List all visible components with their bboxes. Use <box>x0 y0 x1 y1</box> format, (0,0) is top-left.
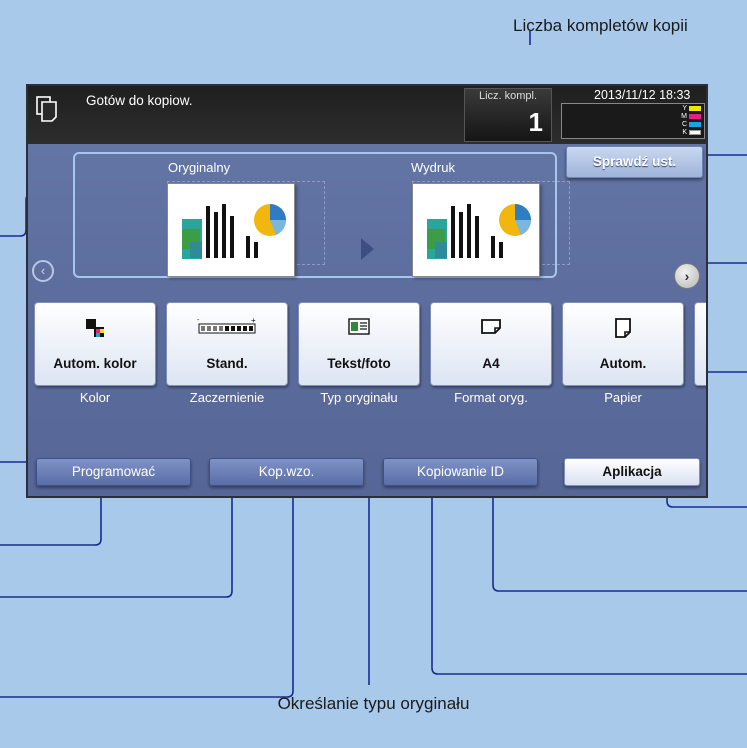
tile-label: A4 <box>482 356 500 371</box>
tile-label: Stand. <box>206 356 248 371</box>
toner-level-indicator: Y M C K <box>561 103 705 139</box>
tile-color[interactable]: Autom. kolor <box>34 302 156 386</box>
sets-label: Licz. kompl. <box>478 90 538 102</box>
copy-sets-counter[interactable]: Licz. kompl. 1 <box>464 88 552 142</box>
callout-original-type: Określanie typu oryginału <box>277 694 470 713</box>
check-settings-button[interactable]: Sprawdź ust. <box>566 146 703 178</box>
status-bar: Gotów do kopiow. Licz. kompl. 1 2013/11/… <box>28 86 706 144</box>
tile-caption-density: Zaczernienie <box>189 390 265 405</box>
scroll-left-button[interactable]: ‹ <box>32 260 54 282</box>
scroll-right-button[interactable]: › <box>674 263 700 289</box>
toner-k: K <box>682 129 701 136</box>
svg-text:-: - <box>197 317 200 324</box>
id-copy-button[interactable]: Kopiowanie ID <box>383 458 538 486</box>
document-preview-icon <box>427 204 532 259</box>
date-time: 2013/11/12 18:33 <box>594 88 691 102</box>
original-label: Oryginalny <box>168 160 231 175</box>
callout-sets-count: Liczba kompletów kopii <box>513 16 688 35</box>
tile-original-type[interactable]: Tekst/foto <box>298 302 420 386</box>
tile-label: Tekst/foto <box>327 356 391 371</box>
output-label: Wydruk <box>411 160 455 175</box>
output-page-thumbnail <box>412 183 540 277</box>
text-photo-icon <box>348 318 370 335</box>
tile-density[interactable]: - + Stand. <box>166 302 288 386</box>
tile-label: Autom. kolor <box>53 356 137 371</box>
toner-y: Y <box>682 105 701 112</box>
proof-copy-button[interactable]: Kop.wzo. <box>209 458 364 486</box>
arrow-right-icon <box>361 238 374 260</box>
copy-mode-icon <box>36 96 57 122</box>
tile-caption-original-type: Typ oryginału <box>320 390 398 405</box>
tile-paper[interactable]: Autom. <box>562 302 684 386</box>
toner-c: C <box>682 121 701 128</box>
copy-screen: Gotów do kopiow. Licz. kompl. 1 2013/11/… <box>26 84 708 498</box>
toner-m: M <box>681 113 701 120</box>
original-size-icon <box>481 319 501 334</box>
tile-next-partial[interactable] <box>694 302 706 386</box>
tile-caption-original-size: Format oryg. <box>454 390 528 405</box>
paper-icon <box>615 318 631 338</box>
tile-caption-color: Kolor <box>79 390 111 405</box>
tile-original-size[interactable]: A4 <box>430 302 552 386</box>
status-message: Gotów do kopiow. <box>86 93 193 108</box>
tile-caption-paper: Papier <box>604 390 642 405</box>
density-icon: - + <box>197 317 256 334</box>
program-button[interactable]: Programować <box>36 458 191 486</box>
sets-value: 1 <box>528 107 543 137</box>
color-icon <box>86 319 104 337</box>
tile-label: Autom. <box>599 356 647 371</box>
original-page-thumbnail <box>167 183 295 277</box>
application-button[interactable]: Aplikacja <box>564 458 700 486</box>
document-preview-icon <box>182 204 287 259</box>
